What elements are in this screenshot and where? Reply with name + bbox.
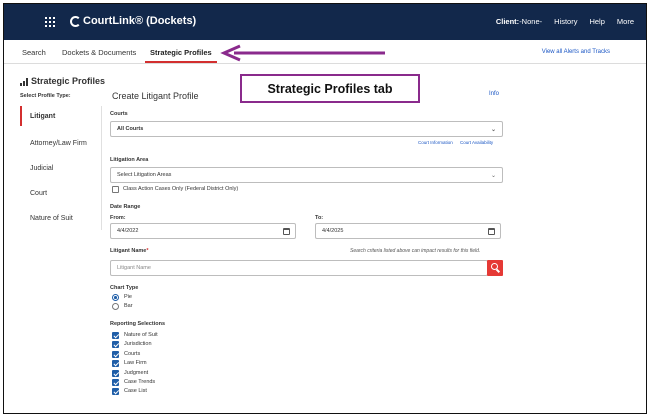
tab-search[interactable]: Search xyxy=(22,48,46,57)
profile-type-nav: Litigant Attorney/Law Firm Judicial Cour… xyxy=(20,106,102,230)
view-alerts-link[interactable]: View all Alerts and Tracks xyxy=(542,49,610,55)
from-date-field[interactable]: 4/4/2022 xyxy=(110,223,296,239)
annotation-arrow-icon xyxy=(220,44,385,62)
courts-label: Courts xyxy=(110,111,128,117)
date-range-label: Date Range xyxy=(110,204,141,210)
reporting-checkbox[interactable] xyxy=(112,341,119,349)
screenshot-frame: CourtLink® (Dockets) Client:-None- Histo… xyxy=(3,3,647,414)
chart-type-bar-radio[interactable] xyxy=(112,303,119,310)
litigant-name-input[interactable]: Litigant Name xyxy=(110,260,488,276)
app-grid-icon[interactable] xyxy=(45,17,55,27)
info-link[interactable]: Info xyxy=(489,91,499,97)
chevron-down-icon: ⌄ xyxy=(490,173,496,179)
litigant-name-hint: Search criteria listed above can impact … xyxy=(350,248,481,254)
chart-type-bar-label: Bar xyxy=(124,303,133,309)
reporting-checkbox[interactable] xyxy=(112,388,119,396)
reporting-checkbox[interactable] xyxy=(112,379,119,386)
reporting-checkbox[interactable] xyxy=(112,332,119,339)
sidebar-item-nature-of-suit[interactable]: Nature of Suit xyxy=(20,208,102,228)
annotation-callout: Strategic Profiles tab xyxy=(240,74,420,103)
chart-type-pie-radio[interactable] xyxy=(112,294,119,301)
sidebar-item-judicial[interactable]: Judicial xyxy=(20,158,102,178)
active-tab-indicator xyxy=(145,61,217,63)
reporting-checkbox-label: Case List xyxy=(124,388,147,395)
reporting-checkbox-label: Jurisdiction xyxy=(124,341,152,348)
courtlink-logo-icon xyxy=(70,16,81,27)
sidebar-item-litigant[interactable]: Litigant xyxy=(20,106,102,126)
client-selector[interactable]: Client:-None- xyxy=(496,17,542,26)
tab-strategic-profiles[interactable]: Strategic Profiles xyxy=(150,48,212,57)
top-nav: Client:-None- History Help More xyxy=(496,17,634,26)
court-information-link[interactable]: Court Information xyxy=(418,140,453,145)
brand-title[interactable]: CourtLink® (Dockets) xyxy=(83,15,196,27)
help-link[interactable]: Help xyxy=(589,17,604,26)
top-bar: CourtLink® (Dockets) Client:-None- Histo… xyxy=(4,4,646,40)
sidebar-item-court[interactable]: Court xyxy=(20,183,102,203)
bar-chart-icon xyxy=(20,78,28,86)
courts-select[interactable]: All Courts ⌄ xyxy=(110,121,503,137)
profile-type-label: Select Profile Type: xyxy=(20,93,71,99)
chart-type-pie-label: Pie xyxy=(124,294,132,300)
sidebar-item-attorney-law-firm[interactable]: Attorney/Law Firm xyxy=(20,133,102,153)
class-action-checkbox[interactable] xyxy=(112,186,119,193)
to-label: To: xyxy=(315,215,324,221)
reporting-checkbox-label: Law Firm xyxy=(124,360,147,367)
form-title: Create Litigant Profile xyxy=(112,91,199,101)
reporting-checkbox-label: Nature of Suit xyxy=(124,332,158,338)
chevron-down-icon: ⌄ xyxy=(490,127,496,133)
from-label: From: xyxy=(110,215,126,221)
reporting-checkbox[interactable] xyxy=(112,369,119,377)
litigation-area-select[interactable]: Select Litigation Areas ⌄ xyxy=(110,167,503,183)
search-button[interactable] xyxy=(487,260,503,276)
reporting-checkbox-label: Case Trends xyxy=(124,379,156,385)
reporting-checkbox-label: Judgment xyxy=(124,369,149,376)
litigant-name-label: Litigant Name* xyxy=(110,248,149,254)
reporting-selections-label: Reporting Selections xyxy=(110,321,166,327)
chart-type-label: Chart Type xyxy=(110,285,139,291)
to-date-field[interactable]: 4/4/2025 xyxy=(315,223,501,239)
sidebar-title: Strategic Profiles xyxy=(20,76,105,86)
reporting-checkbox[interactable] xyxy=(112,360,119,368)
tab-dockets-documents[interactable]: Dockets & Documents xyxy=(62,48,136,57)
history-link[interactable]: History xyxy=(554,17,577,26)
reporting-checkbox[interactable] xyxy=(112,350,119,358)
litigation-area-label: Litigation Area xyxy=(110,157,149,163)
more-menu[interactable]: More xyxy=(617,17,634,26)
class-action-label: Class Action Cases Only (Federal Distric… xyxy=(123,186,239,192)
court-availability-link[interactable]: Court Availability xyxy=(460,140,493,145)
calendar-icon[interactable] xyxy=(488,228,495,235)
reporting-checkbox-label: Courts xyxy=(124,350,141,357)
calendar-icon[interactable] xyxy=(283,228,290,235)
